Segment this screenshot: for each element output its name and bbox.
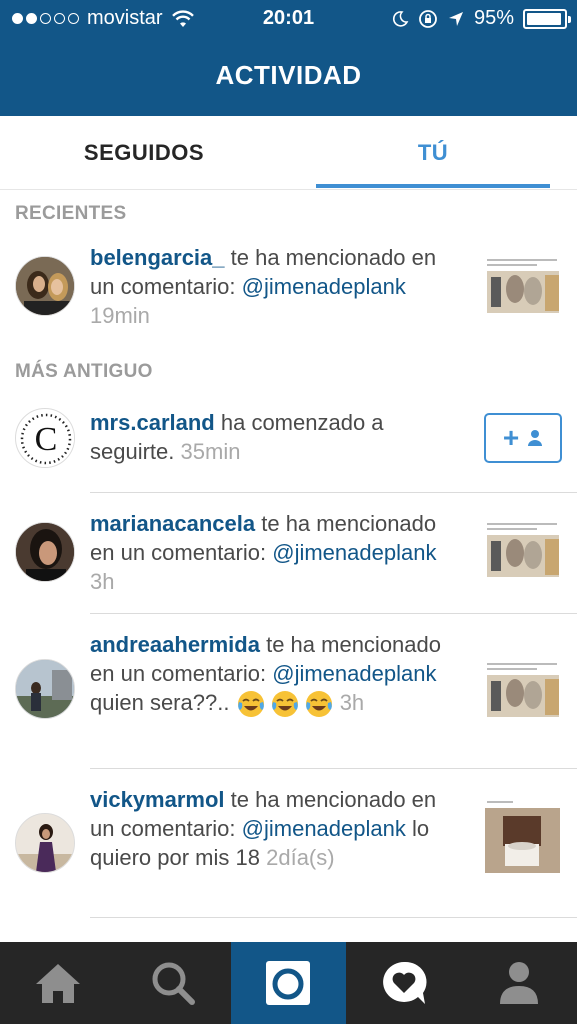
person-icon bbox=[528, 430, 543, 446]
activity-text: vickymarmol te ha mencionado en un comen… bbox=[90, 785, 465, 872]
nav-camera[interactable] bbox=[230, 942, 347, 1024]
tears-of-joy-emoji-icon bbox=[271, 691, 298, 718]
activity-item[interactable]: andreaahermida te ha mencionado en un co… bbox=[0, 614, 577, 768]
mention-link[interactable]: @jimenadeplank bbox=[242, 816, 406, 841]
timestamp: 19min bbox=[90, 303, 150, 328]
battery-percent: 95% bbox=[473, 7, 514, 29]
avatar[interactable] bbox=[15, 256, 75, 316]
username-link[interactable]: vickymarmol bbox=[90, 787, 225, 812]
location-arrow-icon bbox=[448, 11, 463, 26]
comment-text: quien sera??.. bbox=[90, 690, 230, 715]
activity-text: marianacancela te ha mencionado en un co… bbox=[90, 509, 465, 596]
activity-heart-icon bbox=[382, 961, 427, 1004]
avatar[interactable]: C bbox=[15, 408, 75, 468]
tab-following[interactable]: SEGUIDOS bbox=[0, 116, 288, 190]
activity-item[interactable]: vickymarmol te ha mencionado en un comen… bbox=[0, 769, 577, 917]
search-icon bbox=[152, 962, 196, 1005]
username-link[interactable]: belengarcia_ bbox=[90, 245, 225, 270]
divider bbox=[90, 917, 577, 918]
nav-search[interactable] bbox=[115, 942, 230, 1024]
username-link[interactable]: mrs.carland bbox=[90, 410, 215, 435]
moon-icon bbox=[392, 10, 409, 27]
bottom-navigation bbox=[0, 942, 577, 1024]
avatar[interactable] bbox=[15, 659, 75, 719]
avatar-letter: C bbox=[35, 421, 58, 458]
activity-tabs: SEGUIDOS TÚ bbox=[0, 116, 577, 190]
mention-link[interactable]: @jimenadeplank bbox=[272, 661, 436, 686]
mention-link[interactable]: @jimenadeplank bbox=[272, 540, 436, 565]
activity-item[interactable]: marianacancela te ha mencionado en un co… bbox=[0, 493, 577, 613]
nav-home[interactable] bbox=[0, 942, 115, 1024]
activity-text: belengarcia_ te ha mencionado en un come… bbox=[90, 243, 465, 330]
emoji-row bbox=[236, 689, 334, 719]
selected-tab-indicator bbox=[316, 184, 550, 188]
post-thumbnail[interactable] bbox=[485, 659, 560, 734]
avatar[interactable] bbox=[15, 813, 75, 873]
activity-text: andreaahermida te ha mencionado en un co… bbox=[90, 630, 465, 719]
activity-item[interactable]: C mrs.carland ha comenzado a seguirte. 3… bbox=[0, 396, 577, 492]
nav-profile[interactable] bbox=[462, 942, 577, 1024]
status-right: 95% bbox=[391, 7, 571, 30]
status-bar: movistar 20:01 95% bbox=[0, 0, 577, 38]
timestamp: 35min bbox=[180, 439, 241, 464]
username-link[interactable]: marianacancela bbox=[90, 511, 255, 536]
tears-of-joy-emoji-icon bbox=[237, 691, 264, 718]
activity-text: mrs.carland ha comenzado a seguirte. 35m… bbox=[90, 408, 465, 466]
avatar[interactable] bbox=[15, 522, 75, 582]
page-title: ACTIVIDAD bbox=[215, 60, 362, 90]
section-header-recent: RECIENTES bbox=[15, 203, 127, 224]
home-icon bbox=[35, 964, 80, 1003]
activity-item[interactable]: belengarcia_ te ha mencionado en un come… bbox=[0, 240, 577, 340]
timestamp: 3h bbox=[339, 690, 365, 715]
header-bar: movistar 20:01 95% ACTIVIDAD bbox=[0, 0, 577, 116]
post-thumbnail[interactable] bbox=[485, 798, 560, 873]
camera-icon bbox=[266, 961, 311, 1005]
tears-of-joy-emoji-icon bbox=[305, 691, 332, 718]
post-thumbnail[interactable] bbox=[485, 519, 560, 594]
section-header-older: MÁS ANTIGUO bbox=[15, 361, 153, 382]
battery-icon bbox=[523, 8, 571, 29]
profile-icon bbox=[500, 962, 539, 1004]
username-link[interactable]: andreaahermida bbox=[90, 632, 260, 657]
follow-button[interactable]: + bbox=[484, 413, 562, 463]
tab-you[interactable]: TÚ bbox=[289, 116, 577, 190]
timestamp: 3h bbox=[90, 569, 115, 594]
nav-activity[interactable] bbox=[346, 942, 461, 1024]
post-thumbnail[interactable] bbox=[485, 255, 560, 330]
plus-icon: + bbox=[502, 422, 520, 453]
mention-link[interactable]: @jimenadeplank bbox=[242, 274, 406, 299]
timestamp: 2día(s) bbox=[266, 845, 335, 870]
rotation-lock-icon bbox=[419, 9, 437, 28]
